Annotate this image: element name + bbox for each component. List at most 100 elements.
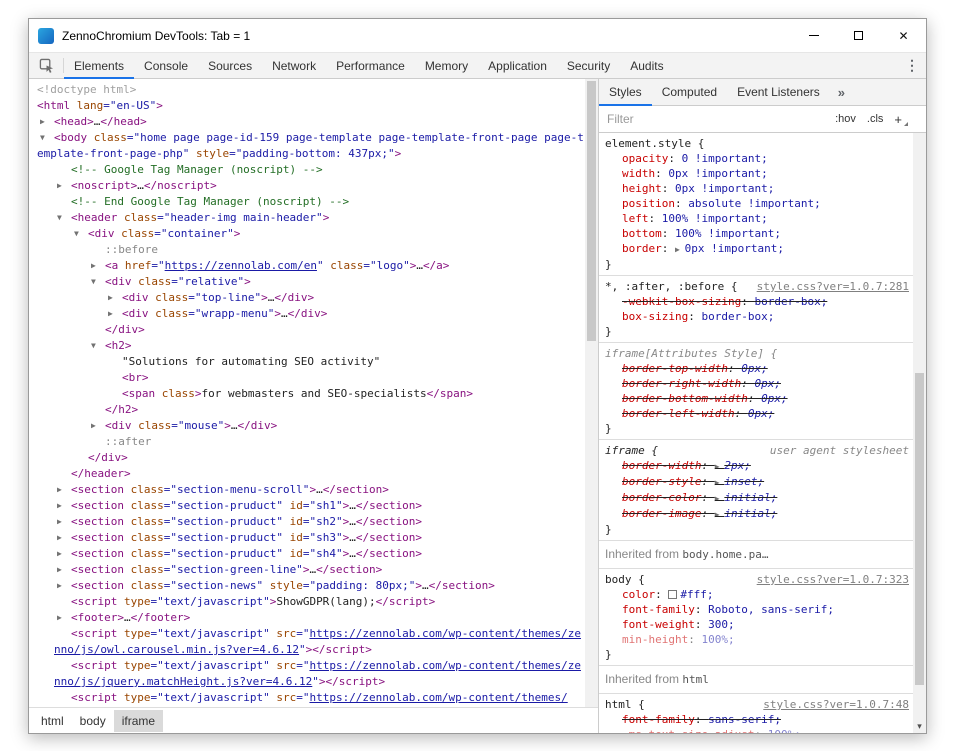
rule-selector[interactable]: iframe { xyxy=(605,443,658,458)
expand-arrow-icon[interactable]: ▶ xyxy=(57,610,69,626)
expand-shorthand-icon[interactable]: ▶ xyxy=(715,462,725,471)
css-property[interactable]: position: absolute !important; xyxy=(605,196,909,211)
new-style-rule-button[interactable]: + xyxy=(894,112,908,127)
styles-scrollbar[interactable]: ▾ xyxy=(913,133,926,733)
overflow-tabs-icon[interactable]: » xyxy=(830,79,853,105)
tab-network[interactable]: Network xyxy=(262,53,326,78)
sidebar-tab-event-listeners[interactable]: Event Listeners xyxy=(727,79,830,105)
stylesheet-source-link[interactable]: style.css?ver=1.0.7:48 xyxy=(755,697,909,712)
dom-tree-node[interactable]: <script type="text/javascript" src="http… xyxy=(29,658,585,690)
expand-arrow-icon[interactable]: ▶ xyxy=(91,418,103,434)
expand-arrow-icon[interactable]: ▶ xyxy=(108,306,120,322)
css-property[interactable]: border: ▶ 0px !important; xyxy=(605,241,909,257)
css-property[interactable]: border-left-width: 0px; xyxy=(605,406,909,421)
color-swatch[interactable] xyxy=(668,590,677,599)
expand-arrow-icon[interactable]: ▶ xyxy=(108,290,120,306)
dom-tree-node[interactable]: <!-- Google Tag Manager (noscript) --> xyxy=(29,162,585,178)
collapse-arrow-icon[interactable]: ▼ xyxy=(74,226,86,242)
scrollbar-thumb[interactable] xyxy=(587,81,596,341)
rule-selector[interactable]: body { xyxy=(605,572,645,587)
css-property[interactable]: border-top-width: 0px; xyxy=(605,361,909,376)
expand-arrow-icon[interactable]: ▶ xyxy=(57,578,69,594)
expand-shorthand-icon[interactable]: ▶ xyxy=(675,245,685,254)
stylesheet-source-link[interactable]: style.css?ver=1.0.7:323 xyxy=(749,572,909,587)
dom-tree-node[interactable]: <br> xyxy=(29,370,585,386)
expand-arrow-icon[interactable]: ▶ xyxy=(40,114,52,130)
expand-arrow-icon[interactable]: ▶ xyxy=(57,514,69,530)
css-property[interactable]: font-weight: 300; xyxy=(605,617,909,632)
dom-tree-node[interactable]: ::before xyxy=(29,242,585,258)
css-property[interactable]: font-family: sans-serif; xyxy=(605,712,909,727)
dom-tree-node[interactable]: ▼<body class="home page page-id-159 page… xyxy=(29,130,585,162)
dom-tree-node[interactable]: "Solutions for automating SEO activity" xyxy=(29,354,585,370)
dom-tree-node[interactable]: ▶<div class="top-line">…</div> xyxy=(29,290,585,306)
window-titlebar[interactable]: ZennoChromium DevTools: Tab = 1 ✕ xyxy=(29,19,926,52)
expand-arrow-icon[interactable]: ▶ xyxy=(57,498,69,514)
tab-console[interactable]: Console xyxy=(134,53,198,78)
css-property[interactable]: font-family: Roboto, sans-serif; xyxy=(605,602,909,617)
css-property[interactable]: border-width: ▶ 2px; xyxy=(605,458,909,474)
css-property[interactable]: border-style: ▶ inset; xyxy=(605,474,909,490)
css-property[interactable]: color: #fff; xyxy=(605,587,909,602)
dom-tree-node[interactable]: ▶<head>…</head> xyxy=(29,114,585,130)
tab-application[interactable]: Application xyxy=(478,53,557,78)
sidebar-tab-styles[interactable]: Styles xyxy=(599,79,652,105)
css-property[interactable]: left: 100% !important; xyxy=(605,211,909,226)
dom-tree-node[interactable]: ▶<section class="section-pruduct" id="sh… xyxy=(29,498,585,514)
dom-tree-node[interactable]: ::after xyxy=(29,434,585,450)
expand-arrow-icon[interactable]: ▶ xyxy=(57,178,69,194)
css-property[interactable]: border-color: ▶ initial; xyxy=(605,490,909,506)
expand-shorthand-icon[interactable]: ▶ xyxy=(715,494,725,503)
css-property[interactable]: min-height: 100%; xyxy=(605,632,909,647)
dom-tree-node[interactable]: ▶<section class="section-pruduct" id="sh… xyxy=(29,530,585,546)
css-property[interactable]: -webkit-box-sizing: border-box; xyxy=(605,294,909,309)
dom-tree-node[interactable]: </div> xyxy=(29,322,585,338)
breadcrumb-body[interactable]: body xyxy=(72,710,114,732)
dom-tree-node[interactable]: <!doctype html> xyxy=(29,82,585,98)
tab-performance[interactable]: Performance xyxy=(326,53,415,78)
dom-tree-node[interactable]: <script type="text/javascript" src="http… xyxy=(29,626,585,658)
breadcrumb-iframe[interactable]: iframe xyxy=(114,710,163,732)
inspect-element-button[interactable] xyxy=(29,53,63,78)
dom-tree-node[interactable]: <html lang="en-US"> xyxy=(29,98,585,114)
dom-tree-node[interactable]: ▶<a href="https://zennolab.com/en" class… xyxy=(29,258,585,274)
collapse-arrow-icon[interactable]: ▼ xyxy=(91,338,103,354)
css-property[interactable]: -ms-text-size-adjust: 100%; xyxy=(605,727,909,733)
collapse-arrow-icon[interactable]: ▼ xyxy=(40,130,52,146)
maximize-button[interactable] xyxy=(836,19,881,52)
tab-memory[interactable]: Memory xyxy=(415,53,478,78)
dom-tree-node[interactable]: ▶<footer>…</footer> xyxy=(29,610,585,626)
css-property[interactable]: width: 0px !important; xyxy=(605,166,909,181)
attribute-link[interactable]: https://zennolab.com/en xyxy=(165,259,317,272)
css-property[interactable]: opacity: 0 !important; xyxy=(605,151,909,166)
rule-selector[interactable]: *, :after, :before { xyxy=(605,279,737,294)
dom-tree-node[interactable]: </h2> xyxy=(29,402,585,418)
css-property[interactable]: border-bottom-width: 0px; xyxy=(605,391,909,406)
elements-scrollbar[interactable] xyxy=(585,79,598,707)
css-property[interactable]: height: 0px !important; xyxy=(605,181,909,196)
dom-tree-node[interactable]: <span class>for webmasters and SEO-speci… xyxy=(29,386,585,402)
more-options-button[interactable]: ⋮ xyxy=(898,53,926,78)
stylesheet-source-link[interactable]: style.css?ver=1.0.7:281 xyxy=(749,279,909,294)
scrollbar-thumb[interactable] xyxy=(915,373,924,685)
rule-selector[interactable]: element.style { xyxy=(605,136,704,151)
styles-filter-input[interactable] xyxy=(607,112,827,126)
dom-tree-node[interactable]: ▶<noscript>…</noscript> xyxy=(29,178,585,194)
tab-audits[interactable]: Audits xyxy=(620,53,673,78)
dom-tree-node[interactable]: ▶<section class="section-pruduct" id="sh… xyxy=(29,546,585,562)
sidebar-tab-computed[interactable]: Computed xyxy=(652,79,727,105)
dom-tree-node[interactable]: ▶<div class="mouse">…</div> xyxy=(29,418,585,434)
dom-tree-node[interactable]: ▼<div class="relative"> xyxy=(29,274,585,290)
inherited-node-link[interactable]: html xyxy=(682,673,709,686)
dom-tree-node[interactable]: ▶<section class="section-news" style="pa… xyxy=(29,578,585,594)
dom-tree-node[interactable]: ▶<section class="section-pruduct" id="sh… xyxy=(29,514,585,530)
dom-tree-node[interactable]: <script type="text/javascript">ShowGDPR(… xyxy=(29,594,585,610)
dom-tree-node[interactable]: ▶<div class="wrapp-menu">…</div> xyxy=(29,306,585,322)
rule-selector[interactable]: html { xyxy=(605,697,645,712)
inherited-node-link[interactable]: body.home.pa… xyxy=(682,548,768,561)
collapse-arrow-icon[interactable]: ▼ xyxy=(91,274,103,290)
toggle-element-class-button[interactable]: .cls xyxy=(867,113,884,125)
expand-arrow-icon[interactable]: ▶ xyxy=(57,546,69,562)
close-button[interactable]: ✕ xyxy=(881,19,926,52)
dom-tree-node[interactable]: ▼<header class="header-img main-header"> xyxy=(29,210,585,226)
